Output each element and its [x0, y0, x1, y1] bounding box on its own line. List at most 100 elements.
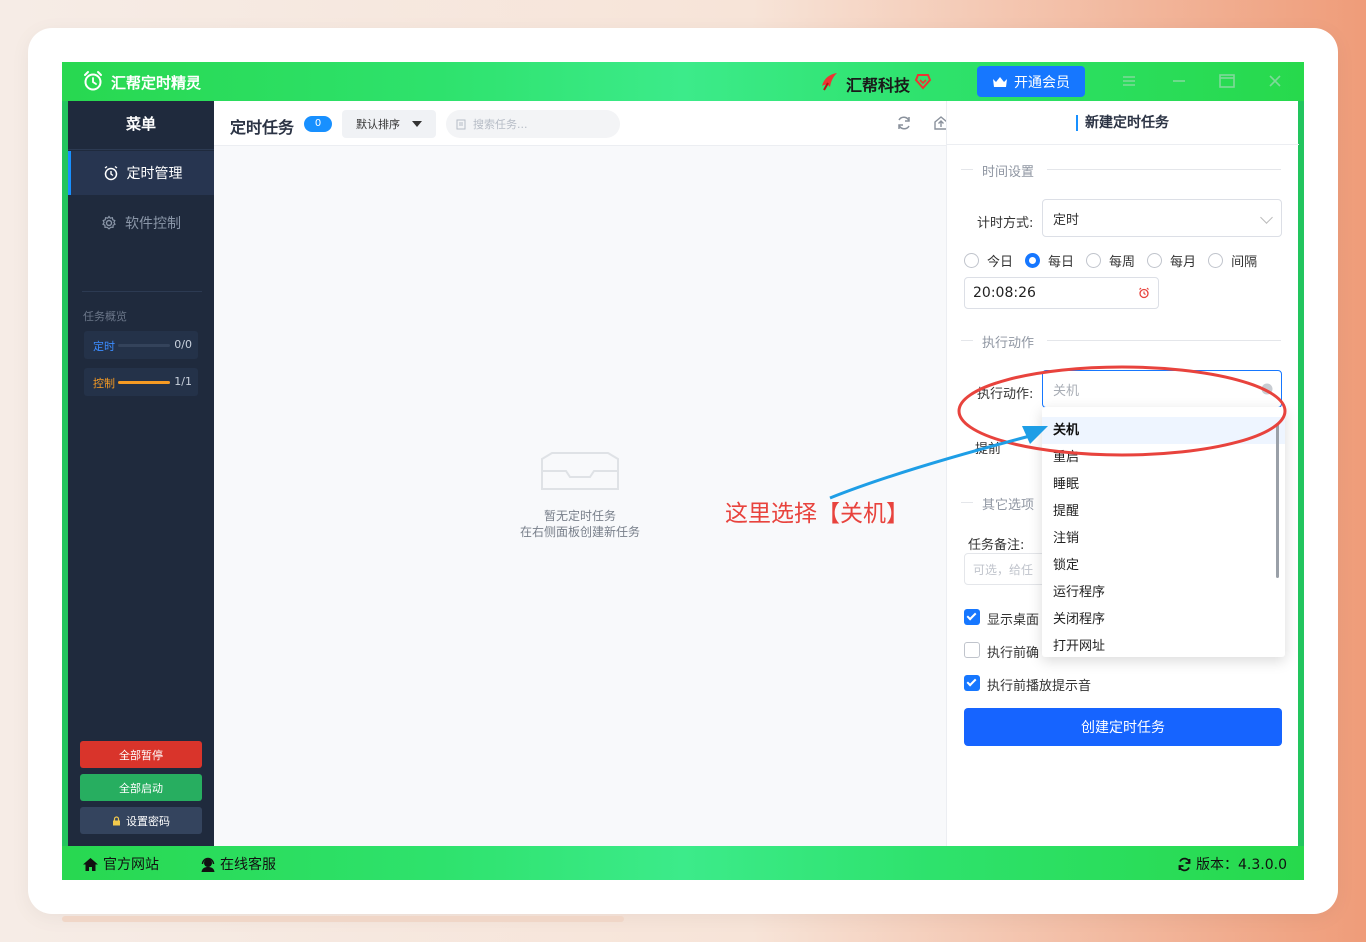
gear-icon [102, 215, 116, 230]
radio-label: 每日 [1048, 255, 1075, 270]
stat-progress-bar [118, 381, 170, 384]
radio-label: 每月 [1170, 255, 1197, 270]
radio-today[interactable]: 今日 [964, 251, 1013, 270]
maximize-icon[interactable] [1216, 70, 1238, 92]
clear-icon[interactable] [1261, 383, 1273, 395]
dropdown-option-shutdown[interactable]: 关机 [1042, 417, 1285, 444]
section-action: 执行动作 [961, 332, 1281, 351]
radio-label: 间隔 [1231, 255, 1258, 270]
divider [68, 149, 214, 150]
set-password-button[interactable]: 设置密码 [80, 807, 202, 834]
support-link[interactable]: 在线客服 [200, 854, 276, 874]
panel-header: 新建定时任务 [947, 101, 1299, 145]
remark-placeholder: 可选，给任 [973, 562, 1034, 577]
remark-label: 任务备注: [968, 538, 1025, 553]
sync-icon [1178, 857, 1191, 871]
task-list-area: 定时任务 0 默认排序 搜索任务... 暂无定时任务 在右侧面板创建新任务 [214, 101, 985, 846]
stat-progress-fill [118, 381, 170, 384]
alarm-icon[interactable] [1138, 287, 1150, 299]
brand-logo-icon [822, 73, 837, 91]
open-vip-button[interactable]: 开通会员 [977, 66, 1085, 97]
stat-label: 控制 [93, 377, 115, 390]
start-all-button[interactable]: 全部启动 [80, 774, 202, 801]
close-icon[interactable] [1264, 70, 1286, 92]
title-bar: 汇帮定时精灵 汇帮科技 开通会员 [62, 62, 1304, 101]
radio-weekly[interactable]: 每周 [1086, 251, 1135, 270]
link-label: 在线客服 [220, 857, 276, 873]
button-label: 全部暂停 [119, 748, 163, 762]
website-link[interactable]: 官方网站 [82, 854, 159, 874]
overview-title: 任务概览 [83, 310, 127, 323]
panel-title: 新建定时任务 [1076, 115, 1169, 131]
divider [961, 169, 973, 170]
dropdown-option-open-url[interactable]: 打开网址 [1042, 633, 1285, 657]
dropdown-option-sleep[interactable]: 睡眠 [1042, 471, 1285, 498]
refresh-icon[interactable] [895, 114, 913, 132]
button-label: 创建定时任务 [1081, 720, 1165, 736]
decor-strip [62, 916, 624, 922]
action-dropdown-menu: 关机 重启 睡眠 提醒 注销 锁定 运行程序 关闭程序 打开网址 [1042, 407, 1285, 657]
divider [1047, 340, 1281, 341]
play-sound-checkbox[interactable] [964, 675, 980, 691]
search-placeholder: 搜索任务... [473, 118, 528, 131]
stat-progress-bar [118, 344, 170, 347]
stat-row-timer: 定时 0/0 [84, 331, 198, 359]
confirm-before-checkbox[interactable] [964, 642, 980, 658]
divider [961, 502, 973, 503]
heart-diamond-icon [914, 74, 932, 90]
headset-icon [201, 857, 215, 872]
dropdown-option-logoff[interactable]: 注销 [1042, 525, 1285, 552]
sidebar-item-label: 定时管理 [126, 166, 183, 182]
menu-icon[interactable] [1118, 70, 1140, 92]
radio-monthly[interactable]: 每月 [1147, 251, 1196, 270]
radio-label: 今日 [987, 255, 1014, 270]
dropdown-option-restart[interactable]: 重启 [1042, 444, 1285, 471]
timing-mode-value: 定时 [1053, 212, 1080, 228]
empty-inbox-icon [541, 452, 619, 490]
divider [1047, 169, 1281, 170]
stat-value: 0/0 [174, 338, 192, 351]
dropdown-option-close-program[interactable]: 关闭程序 [1042, 606, 1285, 633]
search-doc-icon [456, 119, 466, 129]
action-select[interactable]: 关机 [1042, 370, 1282, 408]
lock-icon [113, 815, 120, 825]
sort-select[interactable]: 默认排序 [342, 110, 436, 138]
remark-input[interactable]: 可选，给任 [964, 553, 1054, 585]
sidebar-item-software-control[interactable]: 软件控制 [68, 201, 214, 245]
checkbox-label: 显示桌面 [987, 613, 1040, 628]
dropdown-option-lock[interactable]: 锁定 [1042, 552, 1285, 579]
chevron-down-icon [1260, 211, 1273, 224]
divider [961, 340, 973, 341]
section-time-settings: 时间设置 [961, 161, 1281, 180]
search-input[interactable]: 搜索任务... [446, 110, 620, 138]
section-label: 执行动作 [982, 332, 1035, 351]
alarm-clock-icon [84, 71, 102, 91]
dropdown-option-remind[interactable]: 提醒 [1042, 498, 1285, 525]
radio-interval[interactable]: 间隔 [1208, 251, 1257, 270]
button-label: 全部启动 [119, 781, 163, 795]
action-label: 执行动作: [977, 387, 1034, 402]
dropdown-scrollbar[interactable] [1276, 423, 1279, 578]
create-task-button[interactable]: 创建定时任务 [964, 708, 1282, 746]
section-label: 时间设置 [982, 161, 1035, 180]
timing-mode-select[interactable]: 定时 [1042, 199, 1282, 237]
radio-daily[interactable]: 每日 [1025, 251, 1074, 270]
frequency-radio-group: 今日 每日 每周 每月 间隔 [964, 251, 1259, 270]
sidebar-item-label: 软件控制 [125, 216, 181, 232]
caret-down-icon [412, 121, 422, 127]
time-input[interactable]: 20:08:26 [964, 277, 1159, 309]
sidebar-item-timer-manage[interactable]: 定时管理 [68, 151, 214, 195]
version-label: 版本：4.3.0.0 [1196, 857, 1287, 873]
timing-mode-label: 计时方式: [977, 216, 1034, 231]
page-title: 定时任务 [230, 118, 295, 137]
divider [82, 291, 202, 292]
stat-row-control: 控制 1/1 [84, 368, 198, 396]
minimize-icon[interactable] [1168, 70, 1190, 92]
dropdown-option-run-program[interactable]: 运行程序 [1042, 579, 1285, 606]
sidebar-title: 菜单 [125, 115, 156, 133]
link-label: 官方网站 [103, 857, 159, 873]
show-desktop-checkbox[interactable] [964, 609, 980, 625]
app-title: 汇帮定时精灵 [111, 74, 202, 92]
home-icon [83, 857, 98, 871]
pause-all-button[interactable]: 全部暂停 [80, 741, 202, 768]
